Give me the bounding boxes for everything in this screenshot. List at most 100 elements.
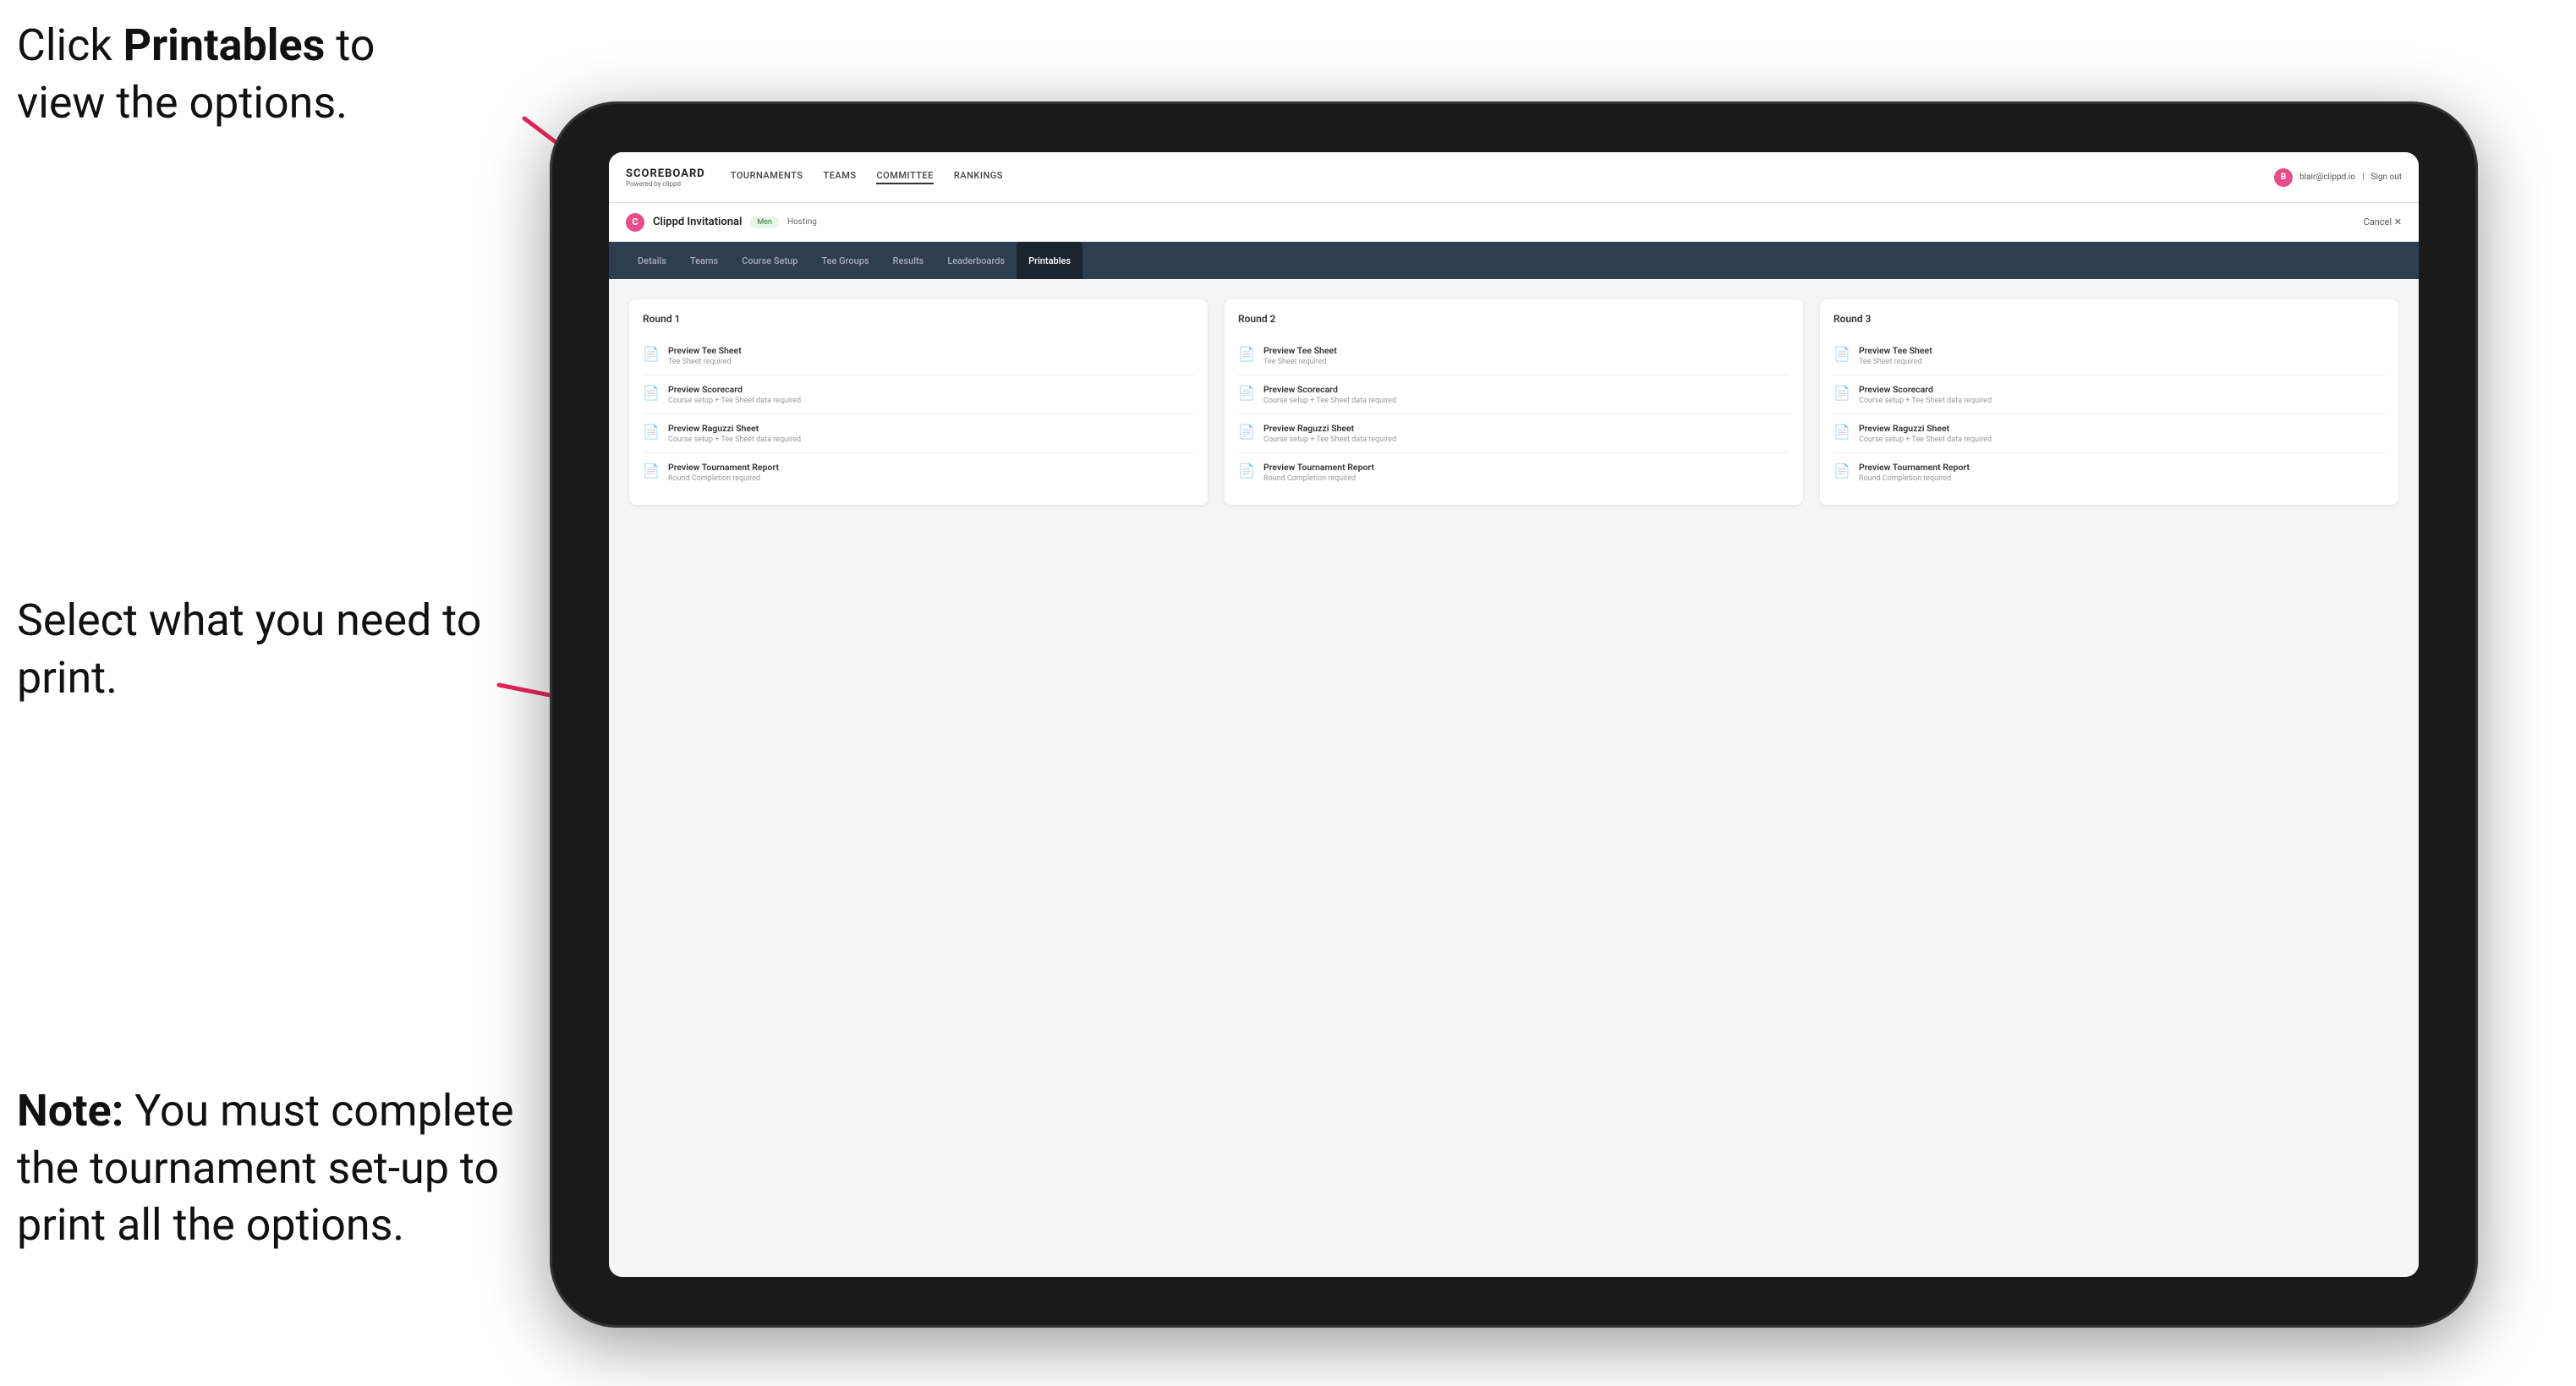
print-item-r1-scorecard[interactable]: 📄 Preview Scorecard Course setup + Tee S…	[643, 375, 1194, 414]
print-item-r2-rp-text: Preview Tournament Report Round Completi…	[1263, 462, 1374, 483]
nav-link-tournaments[interactable]: TOURNAMENTS	[731, 170, 803, 184]
print-item-r2-raguzzi[interactable]: 📄 Preview Raguzzi Sheet Course setup + T…	[1238, 414, 1789, 453]
print-item-r1-rg-sub: Course setup + Tee Sheet data required	[668, 436, 801, 444]
print-item-r1-sc-title: Preview Scorecard	[668, 384, 801, 395]
document-icon-r3-rg: 📄	[1833, 424, 1850, 442]
print-item-r3-raguzzi[interactable]: 📄 Preview Raguzzi Sheet Course setup + T…	[1833, 414, 2385, 453]
print-item-r2-rg-title: Preview Raguzzi Sheet	[1263, 423, 1396, 434]
document-icon-r1-rp: 📄	[643, 463, 660, 481]
print-item-r1-rg-title: Preview Raguzzi Sheet	[668, 423, 801, 434]
main-content: Round 1 📄 Preview Tee Sheet Tee Sheet re…	[609, 279, 2419, 1277]
print-item-r1-ts-text: Preview Tee Sheet Tee Sheet required	[668, 345, 742, 366]
print-item-r1-teesheet[interactable]: 📄 Preview Tee Sheet Tee Sheet required	[643, 337, 1194, 375]
document-icon-r3-rp: 📄	[1833, 463, 1850, 481]
print-item-r2-sc-title: Preview Scorecard	[1263, 384, 1396, 395]
logo-area: SCOREBOARD Powered by clippd	[626, 167, 705, 188]
print-item-r3-rp-text: Preview Tournament Report Round Completi…	[1859, 462, 1970, 483]
sign-out-link[interactable]: Sign out	[2371, 173, 2402, 182]
document-icon-r1-ts: 📄	[643, 346, 660, 364]
user-email: blair@clippd.io	[2299, 173, 2355, 182]
print-item-r2-rg-sub: Course setup + Tee Sheet data required	[1263, 436, 1396, 444]
print-item-r1-report[interactable]: 📄 Preview Tournament Report Round Comple…	[643, 453, 1194, 491]
print-item-r3-sc-sub: Course setup + Tee Sheet data required	[1859, 397, 1992, 405]
print-item-r1-rp-title: Preview Tournament Report	[668, 462, 779, 473]
print-item-r2-report[interactable]: 📄 Preview Tournament Report Round Comple…	[1238, 453, 1789, 491]
cancel-button[interactable]: Cancel ✕	[2364, 216, 2402, 227]
tab-results[interactable]: Results	[881, 242, 936, 279]
document-icon-r3-sc: 📄	[1833, 385, 1850, 403]
user-avatar: B	[2274, 168, 2293, 187]
annotation-bottom: Note: You must complete the tournament s…	[17, 1082, 541, 1254]
print-item-r1-sc-sub: Course setup + Tee Sheet data required	[668, 397, 801, 405]
round-2-title: Round 2	[1238, 313, 1789, 325]
round-1-title: Round 1	[643, 313, 1194, 325]
tournament-division: Men	[750, 216, 779, 228]
round-2-column: Round 2 📄 Preview Tee Sheet Tee Sheet re…	[1225, 299, 1803, 505]
print-item-r3-teesheet[interactable]: 📄 Preview Tee Sheet Tee Sheet required	[1833, 337, 2385, 375]
document-icon-r2-ts: 📄	[1238, 346, 1255, 364]
nav-link-teams[interactable]: TEAMS	[823, 170, 856, 184]
document-icon-r2-rp: 📄	[1238, 463, 1255, 481]
document-icon-r2-sc: 📄	[1238, 385, 1255, 403]
print-item-r1-ts-title: Preview Tee Sheet	[668, 345, 742, 356]
annotation-middle: Select what you need to print.	[17, 592, 507, 706]
logo-sub: Powered by clippd	[626, 180, 705, 188]
print-item-r1-ts-sub: Tee Sheet required	[668, 358, 742, 366]
annotation-top: Click Printables toview the options.	[17, 17, 375, 131]
tablet-shell: SCOREBOARD Powered by clippd TOURNAMENTS…	[550, 101, 2478, 1328]
round-1-column: Round 1 📄 Preview Tee Sheet Tee Sheet re…	[629, 299, 1208, 505]
tournament-header: C Clippd Invitational Men Hosting Cancel…	[609, 203, 2419, 242]
top-nav: SCOREBOARD Powered by clippd TOURNAMENTS…	[609, 152, 2419, 203]
tournament-name: Clippd Invitational	[653, 216, 742, 228]
print-item-r3-sc-title: Preview Scorecard	[1859, 384, 1992, 395]
tab-details[interactable]: Details	[626, 242, 678, 279]
print-item-r3-ts-title: Preview Tee Sheet	[1859, 345, 1932, 356]
round-3-title: Round 3	[1833, 313, 2385, 325]
sub-nav: Details Teams Course Setup Tee Groups Re…	[609, 242, 2419, 279]
round-3-column: Round 3 📄 Preview Tee Sheet Tee Sheet re…	[1820, 299, 2398, 505]
annotation-bold-printables: Printables	[123, 19, 326, 71]
tab-printables[interactable]: Printables	[1017, 242, 1082, 279]
print-item-r3-sc-text: Preview Scorecard Course setup + Tee She…	[1859, 384, 1992, 405]
print-item-r2-rp-sub: Round Completion required	[1263, 474, 1374, 483]
tab-teams[interactable]: Teams	[678, 242, 730, 279]
document-icon-r3-ts: 📄	[1833, 346, 1850, 364]
print-item-r1-rg-text: Preview Raguzzi Sheet Course setup + Tee…	[668, 423, 801, 444]
print-item-r3-report[interactable]: 📄 Preview Tournament Report Round Comple…	[1833, 453, 2385, 491]
print-item-r2-ts-title: Preview Tee Sheet	[1263, 345, 1337, 356]
print-item-r2-sc-sub: Course setup + Tee Sheet data required	[1263, 397, 1396, 405]
top-nav-right: B blair@clippd.io | Sign out	[2274, 168, 2402, 187]
tab-tee-groups[interactable]: Tee Groups	[809, 242, 880, 279]
print-item-r2-ts-text: Preview Tee Sheet Tee Sheet required	[1263, 345, 1337, 366]
print-item-r2-rp-title: Preview Tournament Report	[1263, 462, 1374, 473]
print-item-r3-ts-text: Preview Tee Sheet Tee Sheet required	[1859, 345, 1932, 366]
rounds-grid: Round 1 📄 Preview Tee Sheet Tee Sheet re…	[629, 299, 2398, 505]
tablet-screen: SCOREBOARD Powered by clippd TOURNAMENTS…	[609, 152, 2419, 1277]
pipe-separator: |	[2362, 173, 2364, 182]
print-item-r3-rg-text: Preview Raguzzi Sheet Course setup + Tee…	[1859, 423, 1992, 444]
document-icon-r2-rg: 📄	[1238, 424, 1255, 442]
print-item-r3-rp-title: Preview Tournament Report	[1859, 462, 1970, 473]
print-item-r1-raguzzi[interactable]: 📄 Preview Raguzzi Sheet Course setup + T…	[643, 414, 1194, 453]
print-item-r1-rp-text: Preview Tournament Report Round Completi…	[668, 462, 779, 483]
document-icon-r1-sc: 📄	[643, 385, 660, 403]
tab-course-setup[interactable]: Course Setup	[730, 242, 809, 279]
print-item-r2-ts-sub: Tee Sheet required	[1263, 358, 1337, 366]
top-nav-links: TOURNAMENTS TEAMS COMMITTEE RANKINGS	[731, 170, 2274, 184]
print-item-r3-rg-title: Preview Raguzzi Sheet	[1859, 423, 1992, 434]
print-item-r3-rg-sub: Course setup + Tee Sheet data required	[1859, 436, 1992, 444]
nav-link-committee[interactable]: COMMITTEE	[876, 170, 933, 184]
print-item-r2-teesheet[interactable]: 📄 Preview Tee Sheet Tee Sheet required	[1238, 337, 1789, 375]
logo-title: SCOREBOARD	[626, 167, 705, 180]
tab-leaderboards[interactable]: Leaderboards	[935, 242, 1017, 279]
print-item-r3-scorecard[interactable]: 📄 Preview Scorecard Course setup + Tee S…	[1833, 375, 2385, 414]
print-item-r1-rp-sub: Round Completion required	[668, 474, 779, 483]
nav-link-rankings[interactable]: RANKINGS	[954, 170, 1003, 184]
print-item-r1-sc-text: Preview Scorecard Course setup + Tee She…	[668, 384, 801, 405]
tournament-status: Hosting	[787, 217, 817, 227]
tournament-logo: C	[626, 213, 644, 232]
print-item-r2-rg-text: Preview Raguzzi Sheet Course setup + Tee…	[1263, 423, 1396, 444]
print-item-r2-sc-text: Preview Scorecard Course setup + Tee She…	[1263, 384, 1396, 405]
print-item-r2-scorecard[interactable]: 📄 Preview Scorecard Course setup + Tee S…	[1238, 375, 1789, 414]
print-item-r3-rp-sub: Round Completion required	[1859, 474, 1970, 483]
